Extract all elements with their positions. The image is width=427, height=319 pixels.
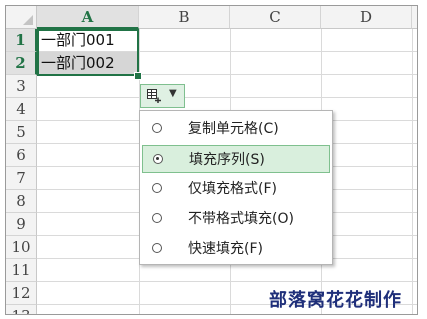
radio-icon	[152, 123, 162, 133]
menu-item-flash-fill[interactable]: 快速填充(F)	[142, 235, 330, 263]
select-all-corner[interactable]	[6, 6, 37, 29]
radio-icon	[152, 183, 162, 193]
gridline	[37, 281, 417, 282]
select-all-triangle-icon	[23, 15, 33, 25]
menu-item-copy-cells[interactable]: 复制单元格(C)	[142, 115, 330, 143]
gridline	[412, 29, 413, 314]
row-header-12[interactable]: 12	[6, 282, 37, 305]
menu-item-fill-without-formatting[interactable]: 不带格式填充(O)	[142, 205, 330, 233]
row-header-1[interactable]: 1	[6, 29, 37, 52]
autofill-options-icon	[147, 89, 161, 103]
menu-item-label: 填充序列(S)	[189, 152, 265, 168]
fill-handle[interactable]	[134, 72, 142, 80]
row-header-10[interactable]: 10	[6, 236, 37, 259]
column-header-a[interactable]: A	[37, 6, 139, 29]
chevron-down-icon: ▼	[169, 88, 177, 99]
row-header-3[interactable]: 3	[6, 75, 37, 98]
menu-item-label: 快速填充(F)	[188, 241, 263, 257]
menu-item-fill-series[interactable]: 填充序列(S)	[142, 145, 330, 173]
row-header-9[interactable]: 9	[6, 213, 37, 236]
column-header-e[interactable]	[412, 6, 417, 29]
column-header-d[interactable]: D	[321, 6, 412, 29]
row-header-4[interactable]: 4	[6, 98, 37, 121]
row-header-6[interactable]: 6	[6, 144, 37, 167]
row-header-8[interactable]: 8	[6, 190, 37, 213]
column-header-c[interactable]: C	[230, 6, 321, 29]
autofill-options-menu: 复制单元格(C) 填充序列(S) 仅填充格式(F) 不带格式填充(O) 快速填充…	[139, 110, 333, 265]
menu-item-fill-formatting-only[interactable]: 仅填充格式(F)	[142, 175, 330, 203]
menu-item-label: 复制单元格(C)	[188, 121, 279, 137]
menu-item-label: 不带格式填充(O)	[188, 211, 294, 227]
autofill-options-button[interactable]: ▼	[140, 84, 185, 108]
row-header-5[interactable]: 5	[6, 121, 37, 144]
radio-icon	[152, 243, 162, 253]
radio-icon	[152, 213, 162, 223]
radio-selected-icon	[153, 154, 163, 164]
row-header-2[interactable]: 2	[6, 52, 37, 75]
row-header-11[interactable]: 11	[6, 259, 37, 282]
watermark-text: 部落窝花花制作	[269, 290, 402, 311]
spreadsheet-frame: A B C D 1 2 3 4 5 6 7 8 9 10 11 12 13 一部…	[5, 5, 418, 315]
row-header-13[interactable]: 13	[6, 305, 37, 314]
selection-range	[37, 29, 139, 76]
column-header-b[interactable]: B	[139, 6, 230, 29]
row-header-7[interactable]: 7	[6, 167, 37, 190]
gridline	[37, 97, 417, 98]
menu-item-label: 仅填充格式(F)	[188, 181, 277, 197]
